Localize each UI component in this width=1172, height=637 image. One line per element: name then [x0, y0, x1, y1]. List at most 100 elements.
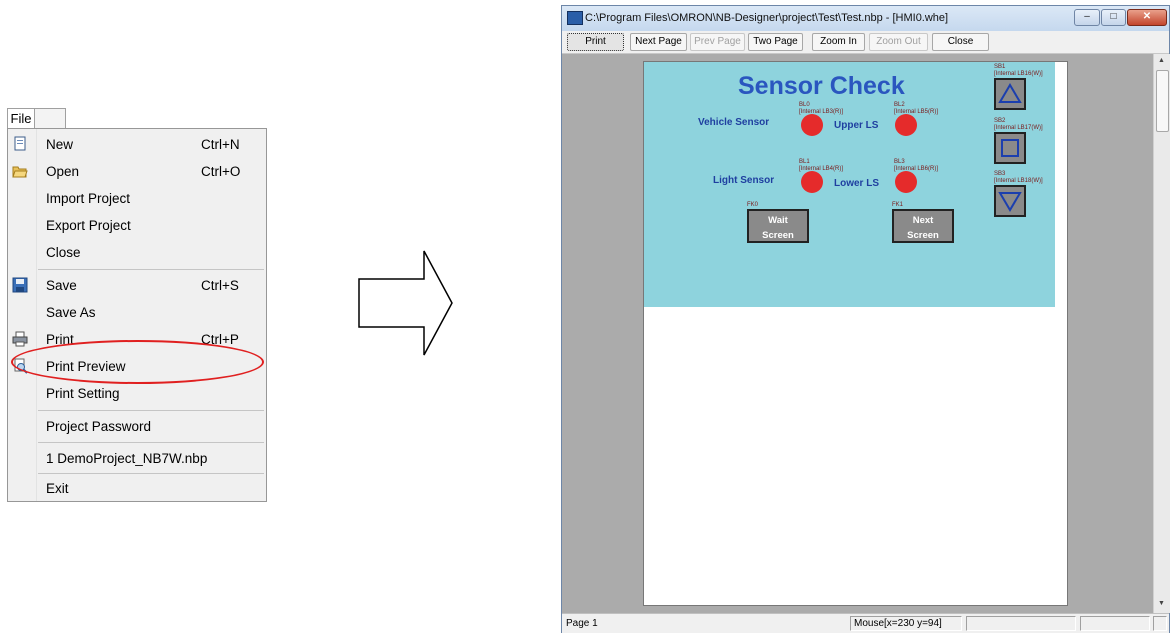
close-window-button[interactable]: ✕ — [1127, 9, 1167, 26]
menu-item-shortcut: Ctrl+S — [201, 278, 239, 293]
preview-area[interactable]: Sensor Check Vehicle Sensor Upper LS Lig… — [562, 54, 1153, 613]
scroll-down-icon[interactable]: ▼ — [1158, 600, 1165, 607]
minimize-button[interactable]: – — [1074, 9, 1100, 26]
sb-tag-address: [Internal LB18(W)] — [994, 178, 1043, 184]
menu-separator — [38, 473, 264, 474]
menu-item-label: Export Project — [46, 218, 131, 233]
menu-item-new[interactable]: New Ctrl+N — [8, 131, 266, 158]
menu-item-label: New — [46, 137, 74, 152]
file-menu-dropdown: New Ctrl+N Open Ctrl+O Import Project Ex… — [7, 128, 267, 502]
light-sensor-label: Light Sensor — [713, 175, 775, 186]
screen-heading: Sensor Check — [738, 72, 905, 100]
lamp-tag-id: BL1 — [799, 159, 810, 165]
menu-item-label: Save As — [46, 305, 96, 320]
right-arrow-icon — [358, 250, 453, 356]
fk-tag: FK0 — [747, 202, 759, 208]
menu-item-import-project[interactable]: Import Project — [8, 185, 266, 212]
highlight-ellipse — [11, 340, 264, 384]
lamp-tag-id: BL3 — [894, 159, 905, 165]
menu-item-label: Save — [46, 278, 77, 293]
vertical-scrollbar[interactable]: ▲ ▼ — [1153, 54, 1170, 613]
menu-separator — [38, 442, 264, 443]
open-folder-icon — [12, 163, 28, 179]
lower-ls-label: Lower LS — [834, 178, 880, 189]
menu-item-label: 1 DemoProject_NB7W.nbp — [46, 451, 208, 466]
menu-item-save-as[interactable]: Save As — [8, 299, 266, 326]
menu-item-export-project[interactable]: Export Project — [8, 212, 266, 239]
fk-tag: FK1 — [892, 202, 904, 208]
lamp-tag-id: BL0 — [799, 102, 810, 108]
scroll-up-icon[interactable]: ▲ — [1158, 57, 1165, 64]
status-pane — [966, 616, 1076, 631]
status-pane — [1080, 616, 1150, 631]
toolbar-two-page-button[interactable]: Two Page — [748, 33, 803, 51]
button-line: Next — [912, 215, 934, 226]
menu-item-project-password[interactable]: Project Password — [8, 413, 266, 440]
sb-tag-id: SB2 — [994, 118, 1006, 124]
menu-item-label: Close — [46, 245, 81, 260]
toolbar-next-page-button[interactable]: Next Page — [630, 33, 687, 51]
menu-item-open[interactable]: Open Ctrl+O — [8, 158, 266, 185]
maximize-icon: □ — [1110, 11, 1117, 22]
window-title: C:\Program Files\OMRON\NB-Designer\proje… — [585, 12, 949, 24]
sb-tag-address: [Internal LB17(W)] — [994, 125, 1043, 131]
print-preview-window: C:\Program Files\OMRON\NB-Designer\proje… — [561, 5, 1170, 633]
menu-item-label: Project Password — [46, 419, 152, 434]
square-icon — [1001, 139, 1019, 157]
menu-item-recent-file[interactable]: 1 DemoProject_NB7W.nbp — [8, 445, 266, 472]
minimize-icon: – — [1084, 11, 1090, 22]
print-page: Sensor Check Vehicle Sensor Upper LS Lig… — [643, 61, 1068, 606]
status-bar: Page 1 Mouse[x=230 y=94] — [562, 613, 1169, 633]
toolbar-print-button[interactable]: Print — [567, 33, 624, 51]
upper-ls-label: Upper LS — [834, 120, 879, 131]
button-line: Wait — [768, 215, 788, 226]
new-file-icon — [12, 136, 28, 152]
title-bar[interactable]: C:\Program Files\OMRON\NB-Designer\proje… — [562, 6, 1169, 31]
down-shape-button — [994, 185, 1026, 217]
next-screen-button: Next Screen — [892, 209, 954, 243]
menu-bar: File — [7, 108, 66, 129]
vehicle-sensor-lamp — [801, 114, 823, 136]
page-indicator: Page 1 — [566, 618, 598, 629]
up-shape-button — [994, 78, 1026, 110]
menu-separator — [38, 410, 264, 411]
menu-item-shortcut: Ctrl+N — [201, 137, 240, 152]
menu-item-print-setting[interactable]: Print Setting — [8, 380, 266, 407]
mouse-position: Mouse[x=230 y=94] — [850, 616, 962, 631]
sb-tag-id: SB3 — [994, 171, 1006, 177]
menu-item-close[interactable]: Close — [8, 239, 266, 266]
preview-toolbar: Print Next Page Prev Page Two Page Zoom … — [562, 31, 1169, 54]
wait-screen-button: Wait Screen — [747, 209, 809, 243]
menu-item-label: Import Project — [46, 191, 131, 206]
square-shape-button — [994, 132, 1026, 164]
toolbar-zoom-out-button[interactable]: Zoom Out — [869, 33, 928, 51]
light-sensor-lamp — [801, 171, 823, 193]
menu-item-shortcut: Ctrl+O — [201, 164, 241, 179]
file-menu: File New Ctrl+N Open Ctrl+O Import Proje… — [7, 108, 267, 502]
menu-item-exit[interactable]: Exit — [8, 475, 266, 502]
button-line: Screen — [762, 230, 794, 241]
file-menu-title[interactable]: File — [8, 109, 35, 129]
down-triangle-icon — [998, 192, 1022, 212]
lamp-tag-id: BL2 — [894, 102, 905, 108]
maximize-button[interactable]: □ — [1101, 9, 1126, 26]
toolbar-close-button[interactable]: Close — [932, 33, 989, 51]
save-disk-icon — [12, 277, 28, 293]
upper-ls-lamp — [895, 114, 917, 136]
close-icon: ✕ — [1142, 11, 1152, 22]
menu-separator — [38, 269, 264, 270]
vehicle-sensor-label: Vehicle Sensor — [698, 117, 770, 128]
sb-tag-id: SB1 — [994, 64, 1006, 70]
hmi-screen: Sensor Check Vehicle Sensor Upper LS Lig… — [644, 62, 1055, 307]
menu-item-label: Open — [46, 164, 80, 179]
resize-grip[interactable] — [1153, 616, 1167, 631]
menu-item-label: Print Setting — [46, 386, 120, 401]
menu-item-save[interactable]: Save Ctrl+S — [8, 272, 266, 299]
lower-ls-lamp — [895, 171, 917, 193]
button-line: Screen — [907, 230, 939, 241]
toolbar-prev-page-button[interactable]: Prev Page — [690, 33, 745, 51]
up-triangle-icon — [998, 83, 1022, 103]
menu-item-label: Exit — [46, 481, 69, 496]
toolbar-zoom-in-button[interactable]: Zoom In — [812, 33, 865, 51]
scroll-thumb[interactable] — [1156, 70, 1169, 132]
